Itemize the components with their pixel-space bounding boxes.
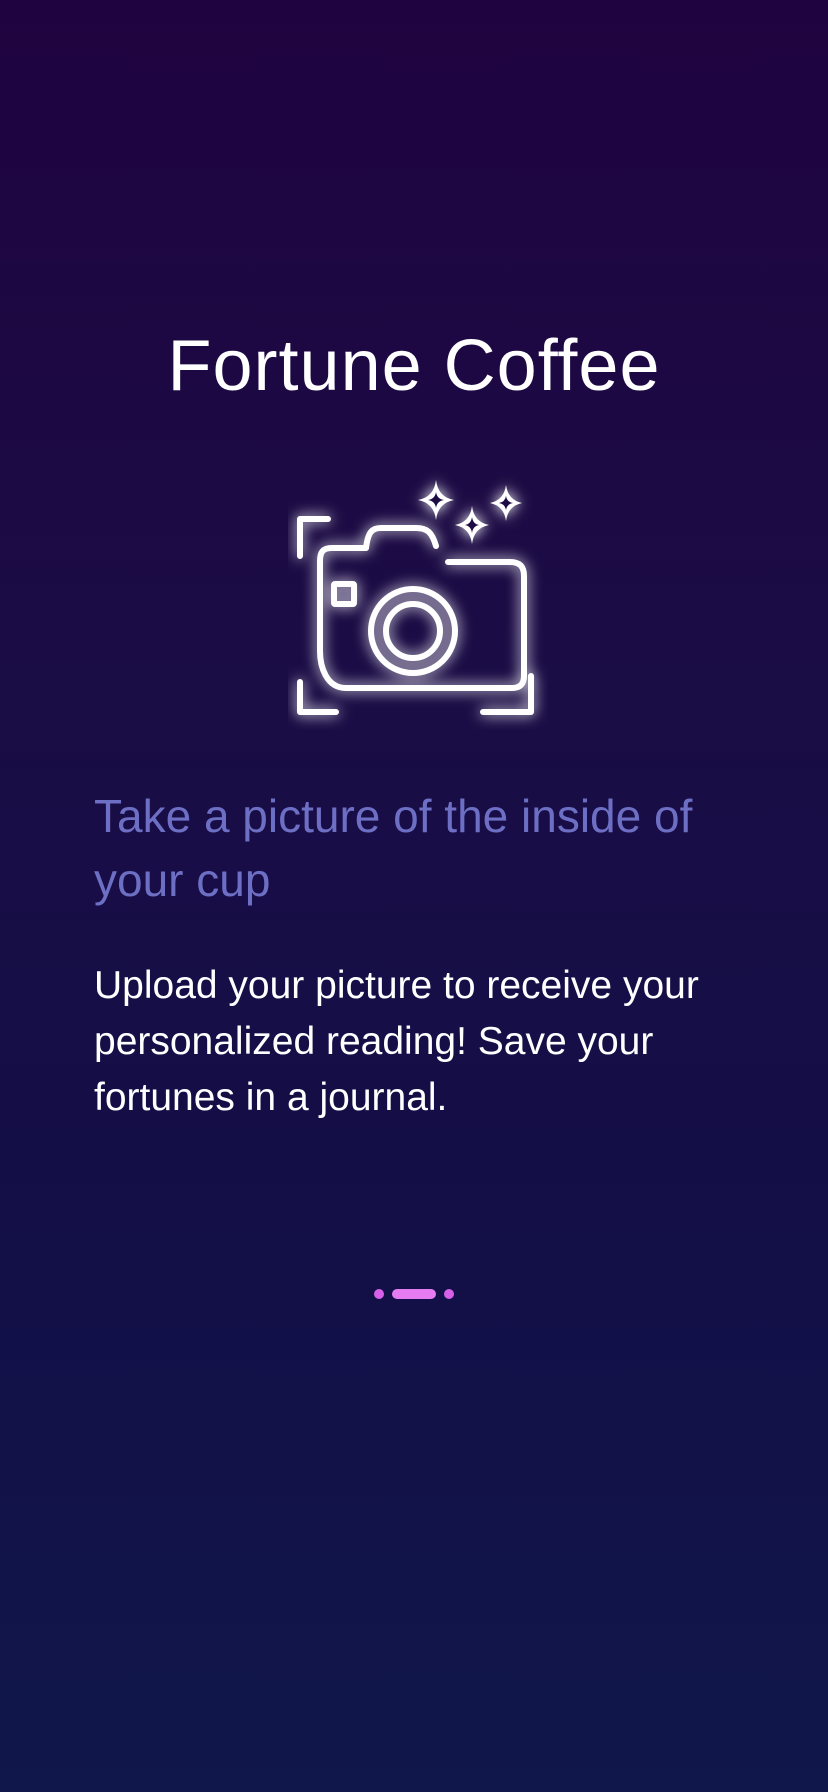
onboarding-description: Upload your picture to receive your pers…: [94, 964, 699, 1119]
onboarding-headline: Take a picture of the inside of your cup: [94, 790, 693, 906]
camera-sparkles-icon: [288, 470, 548, 730]
page-dot-active[interactable]: [392, 1289, 436, 1299]
page-indicator: [0, 1288, 828, 1300]
page-dot[interactable]: [444, 1289, 454, 1299]
page-dot[interactable]: [374, 1289, 384, 1299]
app-title: Fortune Coffee: [167, 326, 661, 406]
